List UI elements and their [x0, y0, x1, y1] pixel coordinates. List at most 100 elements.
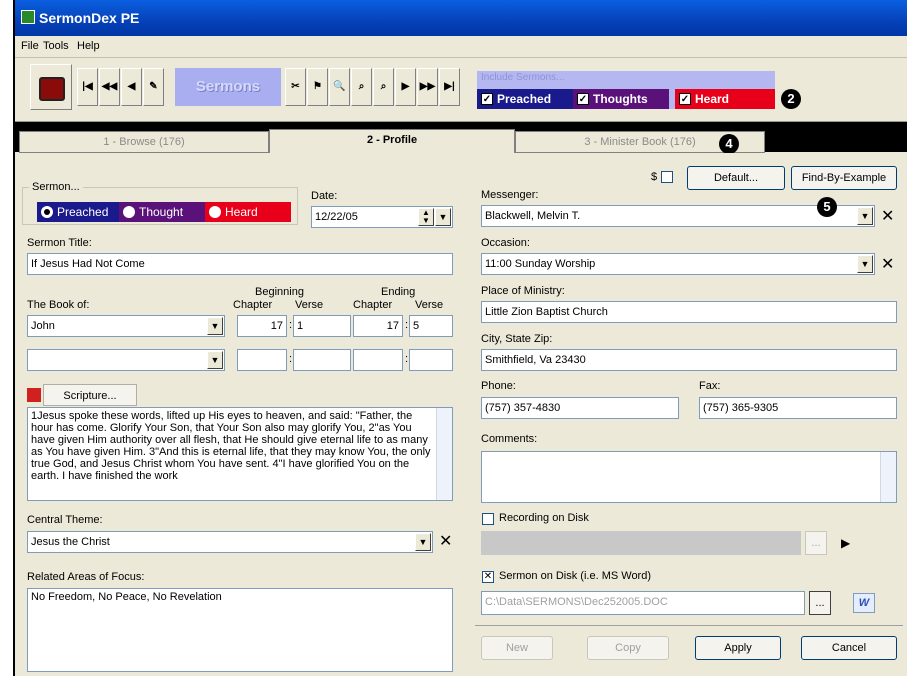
menu-help[interactable]: Help [77, 40, 100, 52]
include-preached-checkbox[interactable]: ✓ Preached [477, 89, 573, 109]
begin-chapter-input[interactable]: 17 [237, 315, 287, 337]
include-sermons-panel: Include Sermons... ✓ Preached ✓ Thoughts ✓… [477, 71, 775, 109]
apply-button[interactable]: Apply [695, 636, 781, 660]
book-select-2[interactable]: ▼ [27, 349, 225, 371]
clear-occasion-icon[interactable]: ✕ [881, 257, 894, 273]
sermon-browse-button[interactable]: ... [809, 591, 831, 615]
comments-label: Comments: [481, 433, 538, 445]
beginning-label: Beginning [255, 286, 304, 298]
book-select[interactable]: John ▼ [27, 315, 225, 337]
occasion-label: Occasion: [481, 237, 530, 249]
play-icon[interactable]: ▶ [841, 535, 850, 551]
callout-badge-4: 4 [719, 134, 739, 154]
end-verse-input-2[interactable] [409, 349, 453, 371]
sermons-button[interactable]: Sermons [175, 68, 281, 106]
app-icon [21, 10, 35, 24]
comments-scrollbar[interactable] [880, 452, 896, 502]
scripture-button[interactable]: Scripture... [43, 384, 137, 406]
prev-record-button[interactable]: ◀ [121, 68, 142, 106]
end-chapter-label: Chapter [353, 299, 393, 311]
occasion-select[interactable]: 11:00 Sunday Worship ▼ [481, 253, 875, 275]
word-doc-icon[interactable]: W [853, 593, 875, 613]
scripture-scrollbar[interactable] [436, 408, 452, 500]
first-record-button[interactable]: |◀ [77, 68, 98, 106]
include-heard-checkbox[interactable]: ✓ Heard [675, 89, 775, 109]
scripture-flag-icon [27, 388, 41, 402]
sermon-title-input[interactable]: If Jesus Had Not Come [27, 253, 453, 275]
radio-heard[interactable]: Heard [205, 202, 291, 222]
date-label: Date: [311, 190, 338, 202]
tab-browse[interactable]: 1 - Browse (176) [19, 131, 269, 153]
menu-file[interactable]: File [21, 40, 39, 52]
place-input[interactable]: Little Zion Baptist Church [481, 301, 897, 323]
scripture-textarea[interactable]: 1Jesus spoke these words, lifted up His … [27, 407, 453, 501]
clear-messenger-icon[interactable]: ✕ [881, 209, 894, 225]
chevron-down-icon[interactable]: ▼ [857, 255, 873, 273]
bible-book-button[interactable] [30, 64, 72, 110]
sermon-on-disk-checkbox[interactable]: ✕ [482, 571, 494, 583]
chevron-down-icon[interactable]: ▼ [435, 208, 451, 226]
find-next-button[interactable]: ⌕ [351, 68, 372, 106]
chevron-down-icon[interactable]: ▼ [207, 351, 223, 369]
title-bar: SermonDex PE [15, 0, 907, 36]
chevron-down-icon[interactable]: ▼ [857, 207, 873, 225]
profile-panel: Sermon... Preached Thought Heard Date: 1… [15, 153, 907, 676]
chevron-down-icon[interactable]: ▼ [207, 317, 223, 335]
app-window: SermonDex PE File Tools Help |◀ ◀◀ ◀ ✎ S… [13, 0, 907, 676]
next-record-button[interactable]: ▶ [395, 68, 416, 106]
related-focus-label: Related Areas of Focus: [27, 571, 145, 583]
next-page-button[interactable]: ▶▶ [417, 68, 438, 106]
tab-profile[interactable]: 2 - Profile [269, 129, 515, 154]
binoculars-icon-button[interactable]: 🔍 [329, 68, 350, 106]
include-sermons-label: Include Sermons... [481, 72, 565, 83]
date-spin-icon[interactable]: ▲ ▼ [418, 208, 434, 226]
include-thoughts-checkbox[interactable]: ✓ Thoughts [573, 89, 669, 109]
begin-chapter-label: Chapter [233, 299, 273, 311]
messenger-select[interactable]: Blackwell, Melvin T. ▼ [481, 205, 875, 227]
prev-page-button[interactable]: ◀◀ [99, 68, 120, 106]
edit-pencil-button[interactable]: ✎ [143, 68, 164, 106]
related-focus-textarea[interactable]: No Freedom, No Peace, No Revelation [27, 588, 453, 672]
end-chapter-input[interactable]: 17 [353, 315, 403, 337]
sermon-title-label: Sermon Title: [27, 237, 92, 249]
copy-button[interactable]: Copy [587, 636, 669, 660]
ending-label: Ending [381, 286, 416, 298]
begin-verse-input-2[interactable] [293, 349, 351, 371]
fax-input[interactable]: (757) 365-9305 [699, 397, 897, 419]
find-by-example-button[interactable]: Find-By-Example [791, 166, 897, 190]
tab-strip: 1 - Browse (176) 2 - Profile 3 - Ministe… [15, 122, 907, 154]
radio-preached[interactable]: Preached [37, 202, 119, 222]
callout-badge-2: 2 [781, 89, 801, 109]
tools-icon-button[interactable]: ✂ [285, 68, 306, 106]
place-label: Place of Ministry: [481, 285, 565, 297]
recording-browse-button[interactable]: ... [805, 531, 827, 555]
central-theme-select[interactable]: Jesus the Christ ▼ [27, 531, 433, 553]
clear-theme-icon[interactable]: ✕ [439, 534, 452, 550]
divider [475, 625, 903, 626]
cancel-button[interactable]: Cancel [801, 636, 897, 660]
recording-label: Recording on Disk [499, 512, 589, 524]
radio-thought[interactable]: Thought [119, 202, 205, 222]
sermon-path-input[interactable]: C:\Data\SERMONS\Dec252005.DOC [481, 591, 805, 615]
central-theme-label: Central Theme: [27, 514, 103, 526]
begin-verse-input[interactable]: 1 [293, 315, 351, 337]
city-input[interactable]: Smithfield, Va 23430 [481, 349, 897, 371]
default-button[interactable]: Default... [687, 166, 785, 190]
find-prev-button[interactable]: ⌕ [373, 68, 394, 106]
flag-icon-button[interactable]: ⚑ [307, 68, 328, 106]
begin-chapter-input-2[interactable] [237, 349, 287, 371]
menu-bar: File Tools Help [15, 36, 907, 58]
last-record-button[interactable]: ▶| [439, 68, 460, 106]
comments-textarea[interactable] [481, 451, 897, 503]
dollar-label: $ [651, 171, 658, 183]
end-chapter-input-2[interactable] [353, 349, 403, 371]
date-field[interactable]: 12/22/05 ▲ ▼ ▼ [311, 206, 453, 228]
new-button[interactable]: New [481, 636, 553, 660]
dollar-checkbox[interactable] [661, 171, 673, 183]
phone-input[interactable]: (757) 357-4830 [481, 397, 679, 419]
menu-tools[interactable]: Tools [43, 40, 69, 52]
chevron-down-icon[interactable]: ▼ [415, 533, 431, 551]
recording-checkbox[interactable] [482, 513, 494, 525]
end-verse-input[interactable]: 5 [409, 315, 453, 337]
sermon-on-disk-label: Sermon on Disk (i.e. MS Word) [499, 570, 652, 582]
